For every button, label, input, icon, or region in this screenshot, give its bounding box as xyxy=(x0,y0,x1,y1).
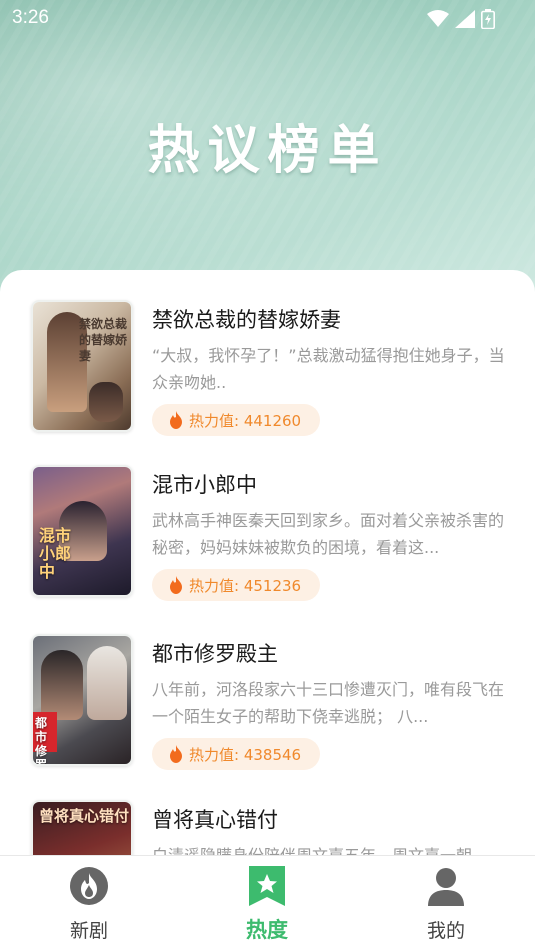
heat-value: 热力值: 451236 xyxy=(189,576,302,595)
cover-title: 曾将真心错付 xyxy=(39,807,130,825)
tab-new-drama[interactable]: 新剧 xyxy=(0,856,178,951)
fire-icon xyxy=(170,411,182,429)
list-item[interactable]: 混市小郎中 混市小郎中 武林高手神医秦天回到家乡。面对着父亲被杀害的秘密，妈妈妹… xyxy=(0,465,535,625)
drama-description: 武林高手神医秦天回到家乡。面对着父亲被杀害的秘密，妈妈妹妹被欺负的困境，看着这.… xyxy=(152,511,505,557)
drama-description: 八年前，河洛段家六十三口惨遭灭门，唯有段飞在一个陌生女子的帮助下侥幸逃脱； 八.… xyxy=(152,680,505,726)
drama-description: “大叔，我怀孕了！”总裁激动猛得抱住她身子，当众亲吻她.. xyxy=(152,346,505,392)
tab-hot[interactable]: 热度 xyxy=(178,856,356,951)
drama-cover[interactable]: 都市修罗殿主 xyxy=(31,634,133,766)
drama-cover[interactable]: 混市小郎中 xyxy=(31,465,133,597)
status-bar: 3:26 xyxy=(0,0,535,36)
drama-title[interactable]: 混市小郎中 xyxy=(152,469,257,499)
drama-cover[interactable]: 曾将真心错付 xyxy=(31,800,133,855)
signal-icon xyxy=(455,10,475,28)
star-bookmark-icon xyxy=(249,866,285,906)
drama-title[interactable]: 都市修罗殿主 xyxy=(152,638,278,668)
tab-label: 我的 xyxy=(426,920,465,942)
heat-value: 热力值: 441260 xyxy=(189,411,302,430)
status-icons xyxy=(427,9,495,29)
drama-description: 白清遥隐瞒身份陪伴周文嘉五年，周文嘉一朝 xyxy=(152,842,510,855)
cover-title: 混市小郎中 xyxy=(39,526,72,581)
fire-icon xyxy=(70,867,108,905)
battery-icon xyxy=(481,9,495,29)
drama-title[interactable]: 曾将真心错付 xyxy=(152,804,278,834)
heat-badge: 热力值: 438546 xyxy=(152,738,320,770)
wifi-icon xyxy=(427,10,449,27)
person-icon xyxy=(428,868,464,906)
ranking-list[interactable]: 禁欲总裁的替嫁娇妻 禁欲总裁的替嫁娇妻 “大叔，我怀孕了！”总裁激动猛得抱住她身… xyxy=(0,270,535,855)
cover-title: 都市修罗殿主 xyxy=(35,716,48,766)
cover-title: 禁欲总裁的替嫁娇妻 xyxy=(79,317,128,363)
list-item[interactable]: 曾将真心错付 曾将真心错付 白清遥隐瞒身份陪伴周文嘉五年，周文嘉一朝 xyxy=(0,800,535,855)
tab-label: 新剧 xyxy=(69,920,108,942)
drama-title[interactable]: 禁欲总裁的替嫁娇妻 xyxy=(152,304,341,334)
heat-badge: 热力值: 451236 xyxy=(152,569,320,601)
fire-icon xyxy=(170,745,182,763)
heat-badge: 热力值: 441260 xyxy=(152,404,320,436)
list-item[interactable]: 禁欲总裁的替嫁娇妻 禁欲总裁的替嫁娇妻 “大叔，我怀孕了！”总裁激动猛得抱住她身… xyxy=(0,300,535,460)
tab-profile[interactable]: 我的 xyxy=(357,856,535,951)
bottom-tab-bar: 新剧 热度 我的 xyxy=(0,855,535,951)
status-time: 3:26 xyxy=(12,7,49,28)
page-title: 热议榜单 xyxy=(147,121,388,181)
fire-icon xyxy=(170,576,182,594)
list-item[interactable]: 都市修罗殿主 都市修罗殿主 八年前，河洛段家六十三口惨遭灭门，唯有段飞在一个陌生… xyxy=(0,634,535,794)
drama-cover[interactable]: 禁欲总裁的替嫁娇妻 xyxy=(31,300,133,432)
tab-label: 热度 xyxy=(246,918,288,942)
heat-value: 热力值: 438546 xyxy=(189,745,302,764)
